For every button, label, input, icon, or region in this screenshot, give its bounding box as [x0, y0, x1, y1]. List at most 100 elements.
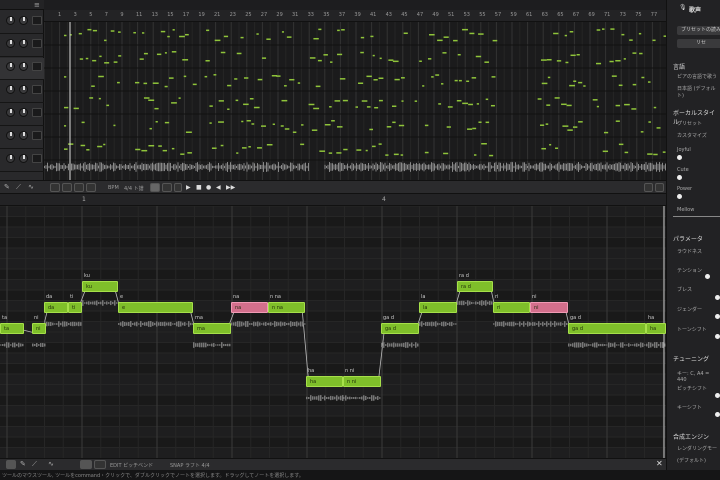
count-button[interactable] — [174, 183, 182, 192]
volume-knob[interactable] — [6, 62, 15, 71]
language-value[interactable]: 日本語 (デフォルト) — [677, 85, 720, 99]
edit-mode-label[interactable]: EDIT ピッチベンド — [110, 462, 153, 469]
expand-button[interactable] — [655, 183, 664, 192]
note[interactable]: e — [118, 302, 193, 313]
pitch-shift-slider[interactable] — [715, 393, 720, 398]
note[interactable]: da — [44, 302, 68, 313]
note[interactable]: ga d — [568, 323, 646, 334]
tool-button-1[interactable] — [50, 183, 60, 192]
pan-knob[interactable] — [19, 85, 28, 94]
menu-icon[interactable]: ≡ — [34, 1, 40, 9]
track-header[interactable] — [0, 58, 44, 80]
note[interactable]: na — [231, 302, 268, 313]
stop-button[interactable]: ■ — [196, 184, 202, 191]
track-header[interactable] — [0, 150, 44, 172]
pan-knob[interactable] — [19, 16, 28, 25]
pencil-icon[interactable]: ✎ — [4, 183, 10, 191]
collapse-button[interactable] — [644, 183, 653, 192]
pan-knob[interactable] — [19, 131, 28, 140]
track-slot[interactable] — [32, 16, 42, 25]
track-header[interactable] — [0, 104, 44, 126]
volume-knob[interactable] — [6, 16, 15, 25]
style-power-slider[interactable] — [677, 194, 682, 199]
tuning-key-label[interactable]: キー: C, A4 = 440 — [677, 370, 720, 383]
status-tool-3[interactable] — [94, 460, 106, 469]
piano-roll-ruler[interactable]: 1 4 — [0, 194, 666, 206]
close-icon[interactable]: ✕ — [656, 459, 663, 468]
arrangement-note — [490, 104, 495, 107]
waveform-bar — [99, 162, 101, 172]
waveform-bar — [629, 165, 630, 169]
status-tool-2[interactable] — [80, 460, 92, 469]
pan-knob[interactable] — [19, 154, 28, 163]
track-header[interactable] — [0, 127, 44, 149]
record-button[interactable]: ● — [206, 184, 211, 191]
render-mode-value[interactable]: (デフォルト) — [677, 457, 706, 464]
track-slot[interactable] — [32, 39, 42, 48]
scribble-icon[interactable]: ∿ — [28, 183, 34, 191]
pan-knob[interactable] — [19, 62, 28, 71]
track-slot[interactable] — [32, 62, 42, 71]
param-breath-slider[interactable] — [715, 295, 720, 300]
arrangement-view[interactable] — [43, 22, 669, 180]
status-tool-1[interactable] — [6, 460, 16, 469]
note[interactable]: ga d — [381, 323, 419, 334]
param-toneshift-slider[interactable] — [715, 334, 720, 339]
waveform-bar — [542, 162, 543, 172]
note[interactable]: la — [419, 302, 457, 313]
note[interactable]: ha — [306, 376, 343, 387]
track-slot[interactable] — [32, 108, 42, 117]
key-shift-slider[interactable] — [715, 412, 720, 417]
note[interactable]: ri — [493, 302, 530, 313]
note[interactable]: ku — [82, 281, 118, 292]
tempo-label[interactable]: BPM — [108, 185, 119, 191]
volume-knob[interactable] — [6, 85, 15, 94]
track-header[interactable] — [0, 81, 44, 103]
note[interactable]: n na — [268, 302, 305, 313]
metronome-button[interactable] — [162, 183, 172, 192]
note[interactable]: n ni — [343, 376, 381, 387]
note[interactable]: ni — [32, 323, 46, 334]
loop-button[interactable] — [150, 183, 160, 192]
style-cute-slider[interactable] — [677, 175, 682, 180]
brush-icon[interactable]: ⟋ — [32, 460, 37, 469]
snap-label[interactable]: SNAP ラフト 4/4 — [170, 462, 210, 469]
arrangement-ruler[interactable]: 1 3 5 7 9 11 13 15 17 19 21 23 25 27 29 31 33 35 37 39 41 43 4… — [44, 10, 673, 22]
tool-button-2[interactable] — [62, 183, 72, 192]
param-gender-slider[interactable] — [715, 314, 720, 319]
pen-icon[interactable]: ✎ — [20, 460, 26, 468]
reset-button[interactable]: リセ — [677, 39, 720, 48]
volume-knob[interactable] — [6, 39, 15, 48]
track-slot[interactable] — [32, 85, 42, 94]
preset-load-button[interactable]: ブリセットの読み — [677, 26, 720, 35]
note[interactable]: ma — [193, 323, 231, 334]
style-joyful-slider[interactable] — [677, 155, 682, 160]
pan-knob[interactable] — [19, 39, 28, 48]
rewind-icon[interactable]: ◀ — [216, 184, 221, 191]
volume-knob[interactable] — [6, 131, 15, 140]
signature-label[interactable]: 4/4 ト譜 — [124, 185, 144, 192]
note[interactable]: ni — [530, 302, 568, 313]
curve-icon[interactable]: ∿ — [48, 460, 54, 468]
track-slot[interactable] — [32, 154, 42, 163]
track-slot[interactable] — [32, 131, 42, 140]
volume-knob[interactable] — [6, 154, 15, 163]
volume-knob[interactable] — [6, 108, 15, 117]
note[interactable]: ti — [68, 302, 82, 313]
pan-knob[interactable] — [19, 108, 28, 117]
note[interactable]: ta — [0, 323, 24, 334]
track-header[interactable] — [0, 12, 44, 34]
waveform-bar — [657, 163, 659, 171]
tool-button-3[interactable] — [74, 183, 84, 192]
note[interactable]: ha — [646, 323, 666, 334]
forward-icon[interactable]: ▶▶ — [226, 184, 235, 191]
preset-value[interactable]: カスタマイズ — [677, 132, 707, 139]
param-tension-slider[interactable] — [705, 274, 710, 279]
select-icon[interactable]: ⟋ — [16, 183, 21, 192]
tool-button-4[interactable] — [86, 183, 96, 192]
waveform-bar — [335, 163, 336, 171]
note[interactable]: ra d — [457, 281, 493, 292]
track-header[interactable] — [0, 35, 44, 57]
piano-roll[interactable]: ta ta ni ni da da ti ti ku ku e e ma ma na na n na n na ha… — [0, 206, 666, 458]
play-button[interactable]: ▶ — [186, 184, 191, 191]
